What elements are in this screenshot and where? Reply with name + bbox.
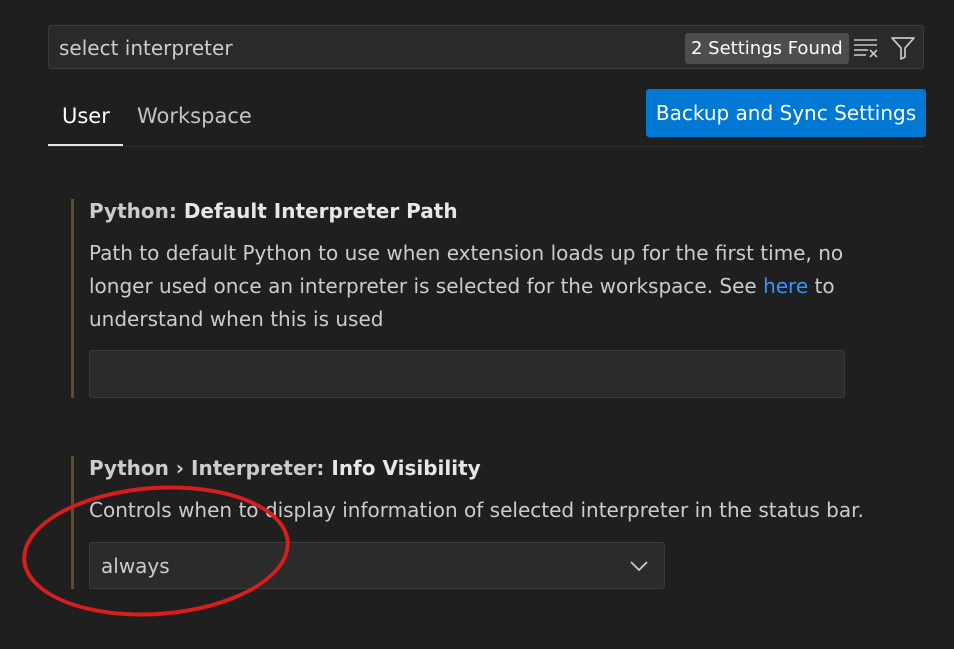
description-text: Path to default Python to use when exten… <box>89 241 844 298</box>
setting-title-info-visibility: Python › Interpreter: Info Visibility <box>89 456 481 480</box>
setting-title-default-interpreter-path: Python: Default Interpreter Path <box>89 199 458 223</box>
tab-workspace[interactable]: Workspace <box>137 104 252 128</box>
dropdown-selected-value: always <box>101 554 170 578</box>
tab-user[interactable]: User <box>62 104 110 128</box>
here-link[interactable]: here <box>763 274 808 298</box>
setting-category: Python: <box>89 199 184 223</box>
setting-name: Info Visibility <box>331 456 481 480</box>
modified-indicator-bar <box>71 199 74 398</box>
setting-name: Default Interpreter Path <box>183 199 458 223</box>
modified-indicator-bar <box>71 456 74 589</box>
settings-editor: 2 Settings Found User Workspace Backup <box>0 0 954 649</box>
backup-and-sync-button[interactable]: Backup and Sync Settings <box>646 89 926 137</box>
info-visibility-dropdown[interactable]: always <box>89 542 665 589</box>
setting-description: Path to default Python to use when exten… <box>89 237 889 336</box>
default-interpreter-path-input[interactable] <box>89 350 845 398</box>
chevron-down-icon <box>629 558 649 572</box>
setting-category: Python › Interpreter: <box>89 456 332 480</box>
tabs-divider <box>48 146 924 147</box>
clear-filter-icon[interactable] <box>853 37 879 59</box>
setting-description: Controls when to display information of … <box>89 498 864 522</box>
results-count-badge: 2 Settings Found <box>685 33 849 64</box>
settings-search-input[interactable] <box>59 35 659 61</box>
filter-icon[interactable] <box>890 35 916 61</box>
settings-search-box: 2 Settings Found <box>48 25 924 69</box>
